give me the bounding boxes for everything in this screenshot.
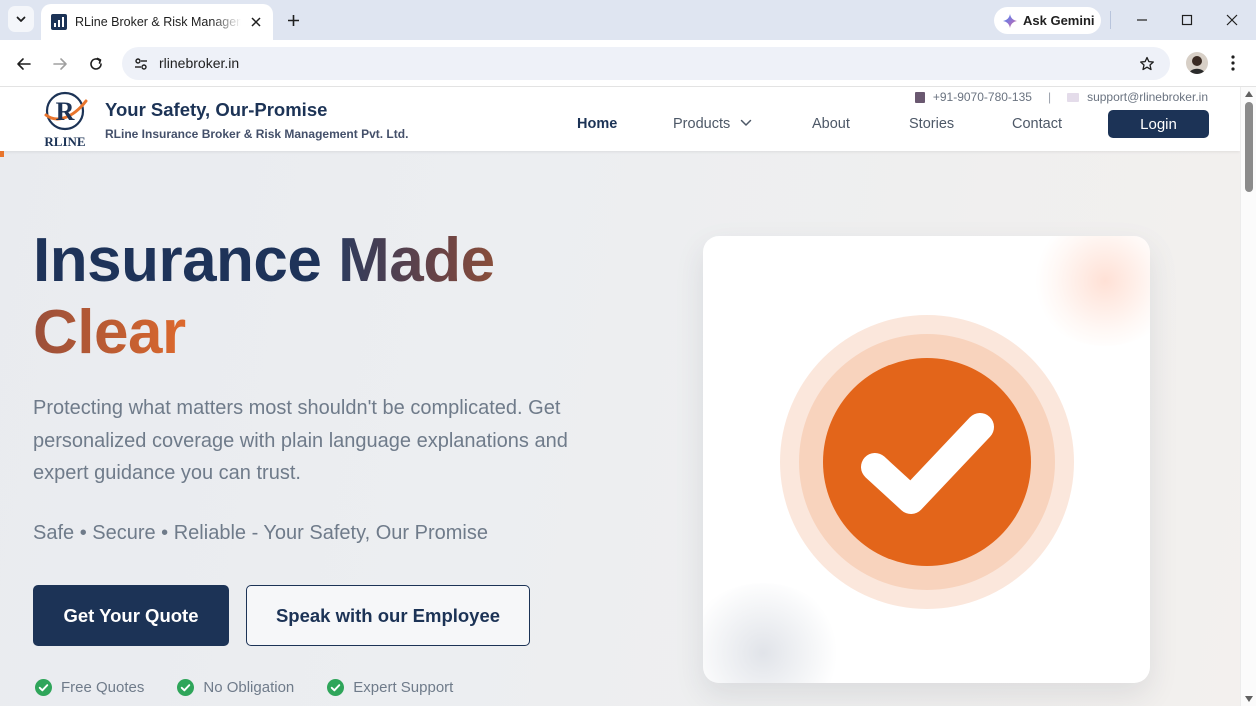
- profile-avatar[interactable]: [1186, 52, 1208, 74]
- scroll-down-arrow-icon[interactable]: [1245, 696, 1253, 702]
- nav-stories[interactable]: Stories: [909, 116, 954, 132]
- scroll-up-arrow-icon[interactable]: [1245, 91, 1253, 97]
- email-icon: [1067, 92, 1080, 102]
- hero-description: Protecting what matters most shouldn't b…: [33, 397, 568, 484]
- tab-title: RLine Broker & Risk Management: [75, 15, 241, 29]
- contact-info-row: +91-9070-780-135 | support@rlinebroker.i…: [914, 90, 1208, 104]
- site-favicon-icon: [51, 14, 67, 30]
- nav-contact[interactable]: Contact: [1012, 116, 1062, 132]
- phone-number[interactable]: +91-9070-780-135: [933, 90, 1032, 104]
- forward-arrow-icon[interactable]: [48, 52, 72, 76]
- browser-tab-active[interactable]: RLine Broker & Risk Management: [41, 4, 273, 40]
- nav-about[interactable]: About: [812, 116, 850, 132]
- bookmark-star-icon[interactable]: [1136, 53, 1158, 75]
- checkmark-badge-icon: [780, 315, 1074, 609]
- get-quote-button[interactable]: Get Your Quote: [33, 585, 229, 646]
- ask-gemini-label: Ask Gemini: [1023, 13, 1095, 28]
- contact-divider: |: [1047, 90, 1052, 104]
- email-address[interactable]: support@rlinebroker.in: [1087, 90, 1208, 104]
- nav-home[interactable]: Home: [577, 116, 617, 132]
- page-viewport: R RLINE Your Safety, Our-Promise RLine I…: [0, 87, 1240, 706]
- hero-title: Insurance Made Clear: [33, 225, 495, 369]
- svg-text:R: R: [56, 97, 75, 126]
- toolbar-separator: [1110, 11, 1111, 29]
- hero-title-made: Made: [338, 226, 495, 295]
- check-circle-icon: [177, 679, 195, 696]
- speak-employee-button[interactable]: Speak with our Employee: [246, 585, 530, 646]
- login-button[interactable]: Login: [1108, 110, 1209, 138]
- back-arrow-icon[interactable]: [12, 52, 36, 76]
- brand-title: Your Safety, Our-Promise: [105, 99, 328, 120]
- check-circle-icon: [327, 679, 345, 696]
- nav-products-label: Products: [673, 116, 731, 132]
- feature-item: No Obligation: [177, 679, 294, 696]
- tab-search-button[interactable]: [8, 6, 34, 32]
- accent-mark: [0, 151, 4, 157]
- gemini-sparkle-icon: [1003, 13, 1017, 28]
- new-tab-plus-icon[interactable]: [282, 9, 304, 31]
- site-info-tune-icon[interactable]: [130, 53, 152, 75]
- browser-toolbar: rlinebroker.in: [0, 40, 1256, 87]
- logo-wordmark: RLINE: [44, 134, 85, 149]
- hero-tagline: Safe • Secure • Reliable - Your Safety, …: [33, 522, 488, 544]
- feature-item: Expert Support: [327, 679, 453, 696]
- chevron-down-icon: [741, 119, 752, 126]
- phone-icon: [914, 91, 925, 103]
- reload-icon[interactable]: [84, 52, 108, 76]
- url-text[interactable]: rlinebroker.in: [159, 55, 239, 71]
- window-close-icon[interactable]: [1220, 8, 1244, 32]
- scrollbar-thumb[interactable]: [1245, 102, 1253, 192]
- maximize-icon[interactable]: [1175, 8, 1199, 32]
- feature-label: Expert Support: [353, 679, 454, 696]
- feature-item: Free Quotes: [35, 679, 144, 696]
- nav-products[interactable]: Products: [673, 116, 752, 132]
- ask-gemini-button[interactable]: Ask Gemini: [994, 7, 1101, 34]
- browser-tab-bar: RLine Broker & Risk Management Ask Gemin…: [0, 0, 1256, 40]
- hero-title-line1: Insurance Made: [33, 225, 495, 297]
- hero-illustration-card: [703, 236, 1150, 683]
- tab-close-icon[interactable]: [247, 13, 265, 31]
- chevron-down-icon: [16, 16, 26, 22]
- feature-label: Free Quotes: [61, 679, 145, 696]
- page-scrollbar[interactable]: [1240, 87, 1256, 706]
- feature-label: No Obligation: [203, 679, 295, 696]
- feature-list: Free Quotes No Obligation Expert Support: [35, 679, 486, 696]
- browser-menu-icon[interactable]: [1222, 52, 1244, 74]
- brand-subtitle: RLine Insurance Broker & Risk Management…: [105, 127, 409, 141]
- rline-logo[interactable]: R RLINE: [38, 89, 94, 149]
- site-header: R RLINE Your Safety, Our-Promise RLine I…: [0, 87, 1240, 151]
- hero-title-insurance: Insurance: [33, 226, 339, 295]
- minimize-icon[interactable]: [1130, 8, 1154, 32]
- address-bar[interactable]: rlinebroker.in: [122, 47, 1170, 80]
- check-circle-icon: [35, 679, 52, 696]
- hero-title-clear: Clear: [33, 297, 193, 369]
